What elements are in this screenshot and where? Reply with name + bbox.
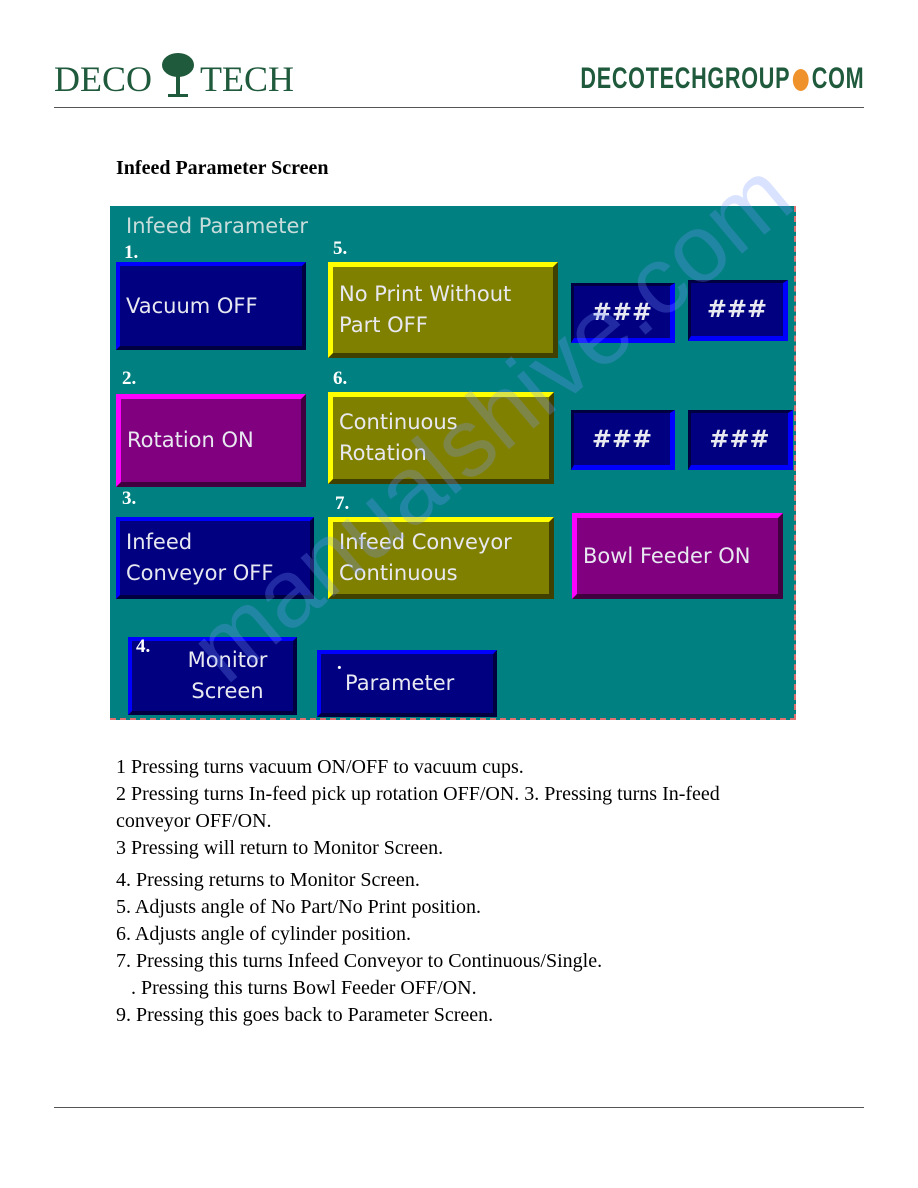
description-line: 1 Pressing turns vacuum ON/OFF to vacuum… (116, 756, 524, 778)
description-line: 4. Pressing returns to Monitor Screen. (116, 869, 420, 891)
label-line: Continuous (339, 410, 458, 434)
value-field[interactable]: ### (688, 280, 788, 341)
no-print-without-part-button[interactable]: No Print Without Part OFF (328, 262, 558, 358)
section-heading: Infeed Parameter Screen (116, 157, 329, 179)
description-line: 9. Pressing this goes back to Parameter … (116, 1004, 494, 1026)
value-text: ### (591, 297, 653, 326)
callout-7: 7. (335, 493, 350, 514)
value-text: ### (706, 295, 768, 323)
value-field[interactable]: ### (688, 410, 793, 470)
screen-title: Infeed Parameter (126, 214, 308, 238)
infeed-conveyor-button[interactable]: Infeed Conveyor OFF (116, 517, 314, 599)
logo-text-tech: TECH (200, 59, 294, 99)
parameter-button[interactable]: Parameter (317, 650, 497, 717)
callout-3: 3. (122, 488, 137, 509)
value-text: ### (709, 424, 770, 453)
bowl-feeder-button[interactable]: Bowl Feeder ON (572, 513, 783, 599)
bowl-feeder-label: Bowl Feeder ON (583, 543, 751, 568)
label-line: Rotation (339, 441, 427, 465)
vacuum-label: Vacuum OFF (126, 293, 258, 318)
logo-text-domain: DECOTECHGROUP (580, 62, 790, 95)
vacuum-button[interactable]: Vacuum OFF (116, 262, 306, 350)
label-line: Conveyor OFF (126, 561, 274, 585)
callout-2: 2. (122, 368, 137, 389)
logo-text-deco: DECO (54, 59, 152, 99)
label-line: Screen (191, 679, 264, 703)
callout-1: 1. (124, 242, 139, 263)
header-rule (54, 107, 864, 108)
continuous-rotation-button[interactable]: Continuous Rotation (328, 392, 554, 484)
callout-5: 5. (333, 238, 348, 259)
label-line: Monitor (187, 648, 268, 672)
description-line: . Pressing this turns Bowl Feeder OFF/ON… (116, 977, 477, 999)
description-line: 5. Adjusts angle of No Part/No Print pos… (116, 896, 481, 918)
label-line: Infeed Conveyor (339, 530, 512, 554)
infeed-parameter-screen: Infeed Parameter Vacuum OFF No Print Wit… (110, 206, 796, 720)
parameter-label: Parameter (345, 671, 455, 695)
description-line: 3 Pressing will return to Monitor Screen… (116, 837, 444, 859)
value-field[interactable]: ### (571, 410, 675, 470)
rotation-label: Rotation ON (127, 428, 254, 452)
label-line: No Print Without (339, 282, 512, 306)
document-page: DECO TECH DECOTECHGROUP COM Infeed Paramet… (0, 0, 918, 1188)
value-text: ### (591, 424, 653, 453)
infeed-conveyor-continuous-button[interactable]: Infeed Conveyor Continuous (328, 517, 554, 599)
decotechgroup-com-logo: DECOTECHGROUP COM (580, 62, 864, 96)
label-line: Continuous (339, 561, 458, 585)
rotation-button[interactable]: Rotation ON (116, 394, 306, 487)
description-line: 2 Pressing turns In-feed pick up rotatio… (116, 783, 720, 805)
description-line: conveyor OFF/ON. (116, 810, 272, 832)
logo-text-com: COM (811, 62, 864, 95)
callout-dot: . (337, 653, 342, 674)
description-line: 7. Pressing this turns Infeed Conveyor t… (116, 950, 603, 972)
description-line: 6. Adjusts angle of cylinder position. (116, 923, 411, 945)
footer-rule (54, 1107, 864, 1108)
label-line: Part OFF (339, 313, 428, 337)
dot-icon (792, 69, 809, 92)
value-field[interactable]: ### (571, 283, 675, 343)
monitor-screen-button[interactable]: Monitor Screen (128, 637, 297, 715)
label-line: Infeed (126, 530, 193, 554)
callout-4: 4. (136, 636, 151, 657)
callout-6: 6. (333, 368, 348, 389)
tree-logo-icon (162, 53, 194, 97)
